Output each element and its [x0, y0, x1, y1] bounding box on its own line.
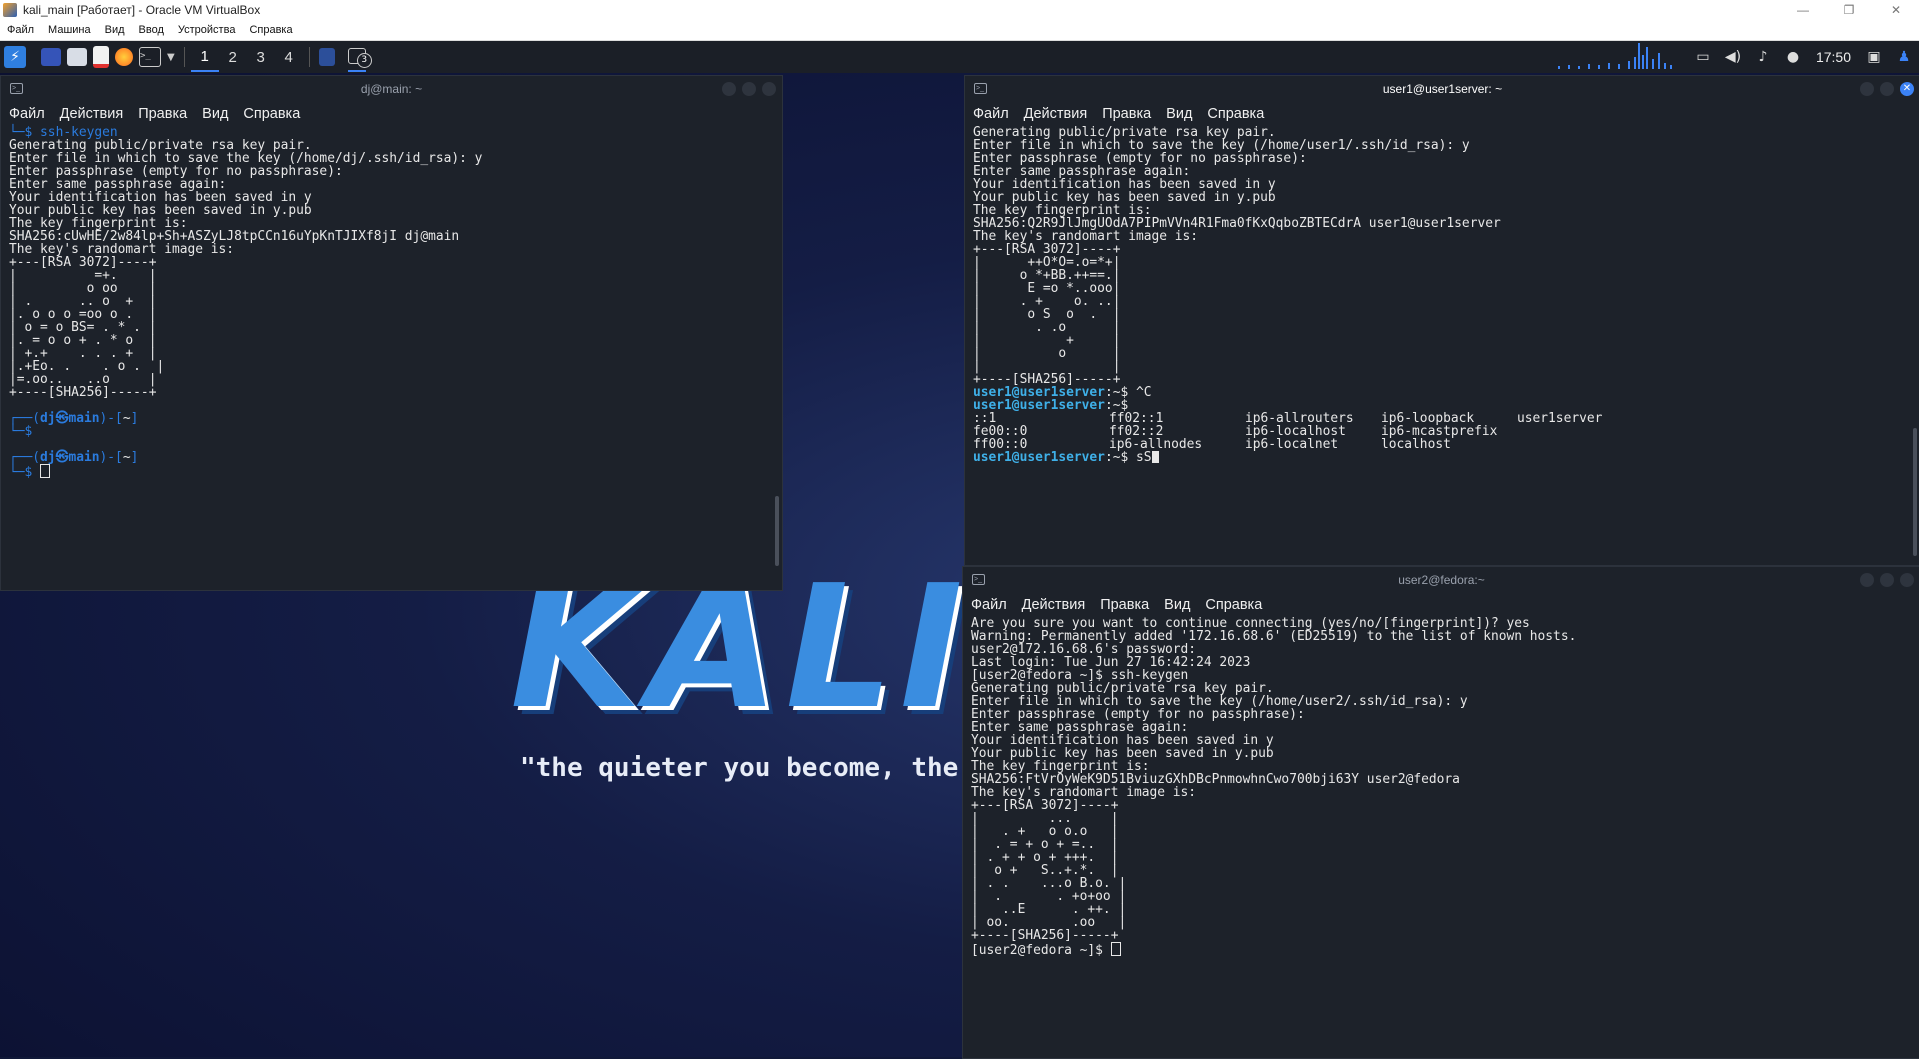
panel-separator	[308, 47, 310, 67]
terminal-output[interactable]: Are you sure you want to continue connec…	[963, 617, 1919, 957]
menu-edit[interactable]: Правка	[1100, 597, 1149, 613]
taskbar-terminal-group[interactable]: 3	[347, 42, 372, 72]
terminal-output[interactable]: Generating public/private rsa key pair. …	[965, 126, 1919, 464]
terminal-menu-bar: Файл Действия Правка Вид Справка	[1, 102, 782, 126]
prompt-user: dj㉿main	[40, 450, 100, 465]
terminal-title: user1@user1server: ~	[1382, 82, 1503, 96]
menu-actions[interactable]: Действия	[1024, 106, 1088, 122]
terminal-output[interactable]: └─$ ssh-keygen Generating public/private…	[1, 126, 782, 479]
terminal-icon: >_	[10, 83, 23, 94]
menu-actions[interactable]: Действия	[1022, 597, 1086, 613]
close-button[interactable]	[762, 82, 776, 96]
menu-file[interactable]: Файл	[973, 106, 1009, 122]
close-button[interactable]: ✕	[1900, 82, 1914, 96]
host-menu-bar: Файл Машина Вид Ввод Устройства Справка	[0, 20, 1919, 41]
kali-menu-icon[interactable]: ⚡	[4, 45, 26, 69]
terminal-window-user1server[interactable]: >_ user1@user1server: ~ ✕ Файл Действия …	[964, 75, 1919, 566]
host-menu-input[interactable]: Ввод	[139, 24, 164, 36]
output-line: +----[SHA256]-----+	[9, 385, 157, 400]
power-icon[interactable]: ●	[1778, 41, 1808, 73]
virtualbox-icon	[3, 3, 17, 17]
menu-help[interactable]: Справка	[1207, 106, 1264, 122]
files-icon[interactable]	[67, 45, 87, 69]
host-title-bar: kali_main [Работает] - Oracle VM Virtual…	[0, 0, 1919, 20]
menu-view[interactable]: Вид	[1164, 597, 1190, 613]
firefox-icon[interactable]	[115, 45, 133, 69]
maximize-button[interactable]	[1880, 82, 1894, 96]
wallpaper-quote: "the quieter you become, the	[520, 753, 959, 783]
prompt-user: user1@user1server	[973, 450, 1105, 465]
lock-icon[interactable]: ▣	[1859, 41, 1889, 73]
menu-actions[interactable]: Действия	[60, 106, 124, 122]
maximize-button[interactable]	[1880, 573, 1894, 587]
prompt-dir: ~	[122, 450, 131, 465]
chevron-down-icon[interactable]: ▼	[167, 45, 175, 69]
terminal-cursor	[40, 464, 51, 478]
workspace-4[interactable]: 4	[275, 43, 303, 71]
terminal-title: user2@fedora:~	[1398, 573, 1485, 587]
terminal-cursor	[1151, 451, 1159, 463]
scrollbar[interactable]	[775, 496, 779, 566]
menu-file[interactable]: Файл	[971, 597, 1007, 613]
workspace-3[interactable]: 3	[247, 43, 275, 71]
minimize-button[interactable]	[1860, 82, 1874, 96]
restore-icon[interactable]: ❐	[1826, 0, 1872, 20]
volume-icon[interactable]: ◀)	[1718, 41, 1748, 73]
menu-edit[interactable]: Правка	[138, 106, 187, 122]
terminal-menu-bar: Файл Действия Правка Вид Справка	[963, 593, 1919, 617]
panel-separator	[183, 47, 185, 67]
terminal-title-bar[interactable]: >_ user1@user1server: ~ ✕	[965, 76, 1919, 102]
terminal-icon: >_	[972, 574, 985, 585]
terminal-cursor	[1110, 942, 1121, 956]
top-panel: ⚡ >_ ▼ 1 2 3 4 3 ▭ ◀) ♪ ● 17:50 ▣ ♟	[0, 41, 1919, 73]
cpu-graph	[1557, 43, 1678, 71]
minimize-button[interactable]	[722, 82, 736, 96]
terminal-title-bar[interactable]: >_ user2@fedora:~	[963, 567, 1919, 593]
prompt: [user2@fedora ~]$	[971, 943, 1111, 958]
menu-file[interactable]: Файл	[9, 106, 45, 122]
menu-edit[interactable]: Правка	[1102, 106, 1151, 122]
command-text: sS	[1135, 450, 1152, 465]
maximize-button[interactable]	[742, 82, 756, 96]
terminal-window-fedora[interactable]: >_ user2@fedora:~ Файл Действия Правка В…	[962, 566, 1919, 1059]
system-tray: ▭ ◀) ♪ ● 17:50 ▣ ♟	[1557, 41, 1919, 73]
user-icon[interactable]: ♟	[1889, 41, 1919, 73]
close-button[interactable]	[1900, 573, 1914, 587]
host-window-title: kali_main [Работает] - Oracle VM Virtual…	[23, 3, 261, 17]
taskbar-window-icon[interactable]	[318, 45, 335, 69]
terminal-icon: >_	[974, 83, 987, 94]
command-text: ^C	[1135, 385, 1152, 400]
terminal-icon[interactable]: >_	[139, 45, 161, 69]
desktop-icon[interactable]	[41, 45, 61, 69]
close-icon[interactable]: ✕	[1873, 0, 1919, 20]
workspace-1[interactable]: 1	[190, 42, 219, 72]
menu-view[interactable]: Вид	[1166, 106, 1192, 122]
menu-view[interactable]: Вид	[202, 106, 228, 122]
scrollbar[interactable]	[1913, 428, 1917, 556]
prompt-user: dj㉿main	[40, 411, 100, 426]
clock[interactable]: 17:50	[1816, 49, 1851, 65]
terminal-title-bar[interactable]: >_ dj@main: ~	[1, 76, 782, 102]
terminal-title: dj@main: ~	[360, 82, 423, 96]
minimize-button[interactable]	[1860, 573, 1874, 587]
output-line: +----[SHA256]-----+	[971, 928, 1119, 943]
prompt-dir: ~	[122, 411, 131, 426]
editor-icon[interactable]	[93, 45, 109, 69]
terminal-window-dj-main[interactable]: >_ dj@main: ~ Файл Действия Правка Вид С…	[0, 75, 783, 591]
workspace-2[interactable]: 2	[219, 43, 247, 71]
menu-help[interactable]: Справка	[1205, 597, 1262, 613]
bell-icon[interactable]: ♪	[1748, 41, 1778, 73]
screen-icon[interactable]: ▭	[1688, 41, 1718, 73]
host-menu-view[interactable]: Вид	[105, 24, 125, 36]
host-menu-machine[interactable]: Машина	[48, 24, 91, 36]
window-count-badge: 3	[356, 53, 372, 68]
terminal-menu-bar: Файл Действия Правка Вид Справка	[965, 102, 1919, 126]
menu-help[interactable]: Справка	[243, 106, 300, 122]
host-menu-help[interactable]: Справка	[249, 24, 292, 36]
host-menu-devices[interactable]: Устройства	[178, 24, 236, 36]
host-menu-file[interactable]: Файл	[7, 24, 34, 36]
minimize-icon[interactable]: —	[1780, 0, 1826, 20]
